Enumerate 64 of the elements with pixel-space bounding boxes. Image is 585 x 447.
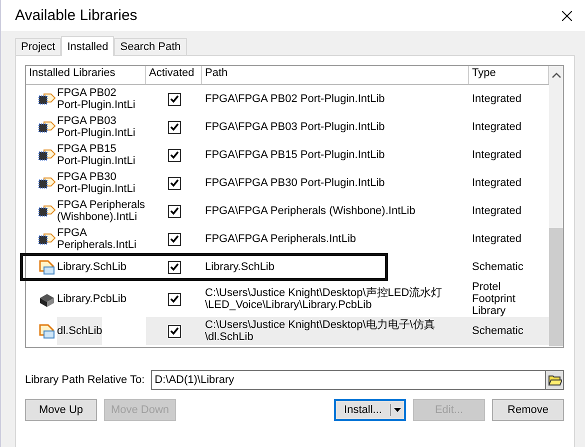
library-path: Library.SchLib (205, 261, 274, 273)
dialog-button[interactable]: Move Up (25, 399, 97, 421)
chip-icon (38, 92, 56, 106)
library-name[interactable]: FPGA PB30 Port-Plugin.IntLi (57, 169, 136, 197)
chip-icon (38, 176, 56, 190)
tab[interactable]: Search Path (114, 38, 187, 55)
activated-checkbox[interactable] (168, 204, 180, 218)
window-title: Available Libraries (15, 7, 138, 24)
install-split-button[interactable]: Install... (334, 399, 406, 421)
schematic-icon (38, 259, 56, 275)
chip-icon (38, 204, 56, 218)
library-type: Integrated (472, 149, 522, 161)
activated-checkbox[interactable] (168, 292, 180, 306)
pcb-icon (38, 291, 56, 307)
scroll-thumb[interactable] (549, 228, 563, 346)
library-path: FPGA\FPGA PB15 Port-Plugin.IntLib (205, 149, 385, 161)
library-name[interactable]: Library.PcbLib (57, 281, 126, 317)
library-path: C:\Users\Justice Knight\Desktop\电力电子\仿真 \dl.SchLib (205, 319, 435, 343)
library-path: FPGA\FPGA PB02 Port-Plugin.IntLib (205, 93, 385, 105)
library-name[interactable]: dl.SchLib (57, 317, 102, 345)
library-name[interactable]: FPGA PB15 Port-Plugin.IntLi (57, 141, 136, 169)
activated-checkbox[interactable] (168, 92, 180, 106)
scroll-up-icon[interactable] (552, 72, 560, 78)
library-path: FPGA\FPGA PB03 Port-Plugin.IntLib (205, 121, 385, 133)
install-button[interactable]: Install... (336, 404, 391, 416)
library-name[interactable]: FPGA Peripherals (Wishbone).IntLi (57, 197, 146, 225)
caret-icon[interactable] (394, 408, 401, 412)
library-type: Schematic (472, 261, 524, 273)
library-path: FPGA\FPGA PB30 Port-Plugin.IntLib (205, 177, 385, 189)
activated-checkbox[interactable] (168, 232, 180, 246)
library-name[interactable]: FPGA PB02 Port-Plugin.IntLi (57, 85, 136, 113)
activated-checkbox[interactable] (168, 120, 180, 134)
tab[interactable]: Installed (61, 36, 114, 56)
activated-checkbox[interactable] (168, 176, 180, 190)
relative-path-field[interactable]: D:\AD(1)\Library (150, 370, 545, 390)
library-type: Schematic (472, 325, 524, 337)
column-header[interactable]: Installed Libraries (26, 66, 146, 84)
library-path: C:\Users\Justice Knight\Desktop\声控LED流水灯 \LED_Voice\Library\Library.PcbLib (205, 287, 442, 311)
activated-checkbox[interactable] (168, 324, 180, 338)
library-type: Protel Footprint Library (472, 281, 516, 317)
library-type: Integrated (472, 121, 522, 133)
relative-path-label: Library Path Relative To: (25, 374, 145, 386)
schematic-icon (38, 323, 56, 339)
folder-icon[interactable] (545, 370, 564, 390)
library-type: Integrated (472, 205, 522, 217)
chip-icon (38, 120, 56, 134)
tab[interactable]: Project (15, 38, 62, 55)
chip-icon (38, 148, 56, 162)
library-name[interactable]: FPGA PB03 Port-Plugin.IntLi (57, 113, 136, 141)
activated-checkbox[interactable] (168, 260, 180, 274)
library-name[interactable]: Library.SchLib (57, 253, 126, 281)
library-name[interactable]: FPGA Peripherals.IntLi (57, 225, 136, 253)
library-type: Integrated (472, 233, 522, 245)
library-type: Integrated (472, 93, 522, 105)
dialog-button[interactable]: Remove (492, 399, 564, 421)
library-path: FPGA\FPGA Peripherals.IntLib (205, 233, 356, 245)
library-type: Integrated (472, 177, 522, 189)
scrollbar[interactable] (549, 66, 563, 347)
activated-checkbox[interactable] (168, 148, 180, 162)
close-icon[interactable] (562, 10, 572, 20)
column-header[interactable]: Activated (146, 66, 202, 84)
chip-icon (38, 232, 56, 246)
library-path: FPGA\FPGA Peripherals (Wishbone).IntLib (205, 205, 416, 217)
column-header[interactable]: Path (202, 66, 469, 84)
